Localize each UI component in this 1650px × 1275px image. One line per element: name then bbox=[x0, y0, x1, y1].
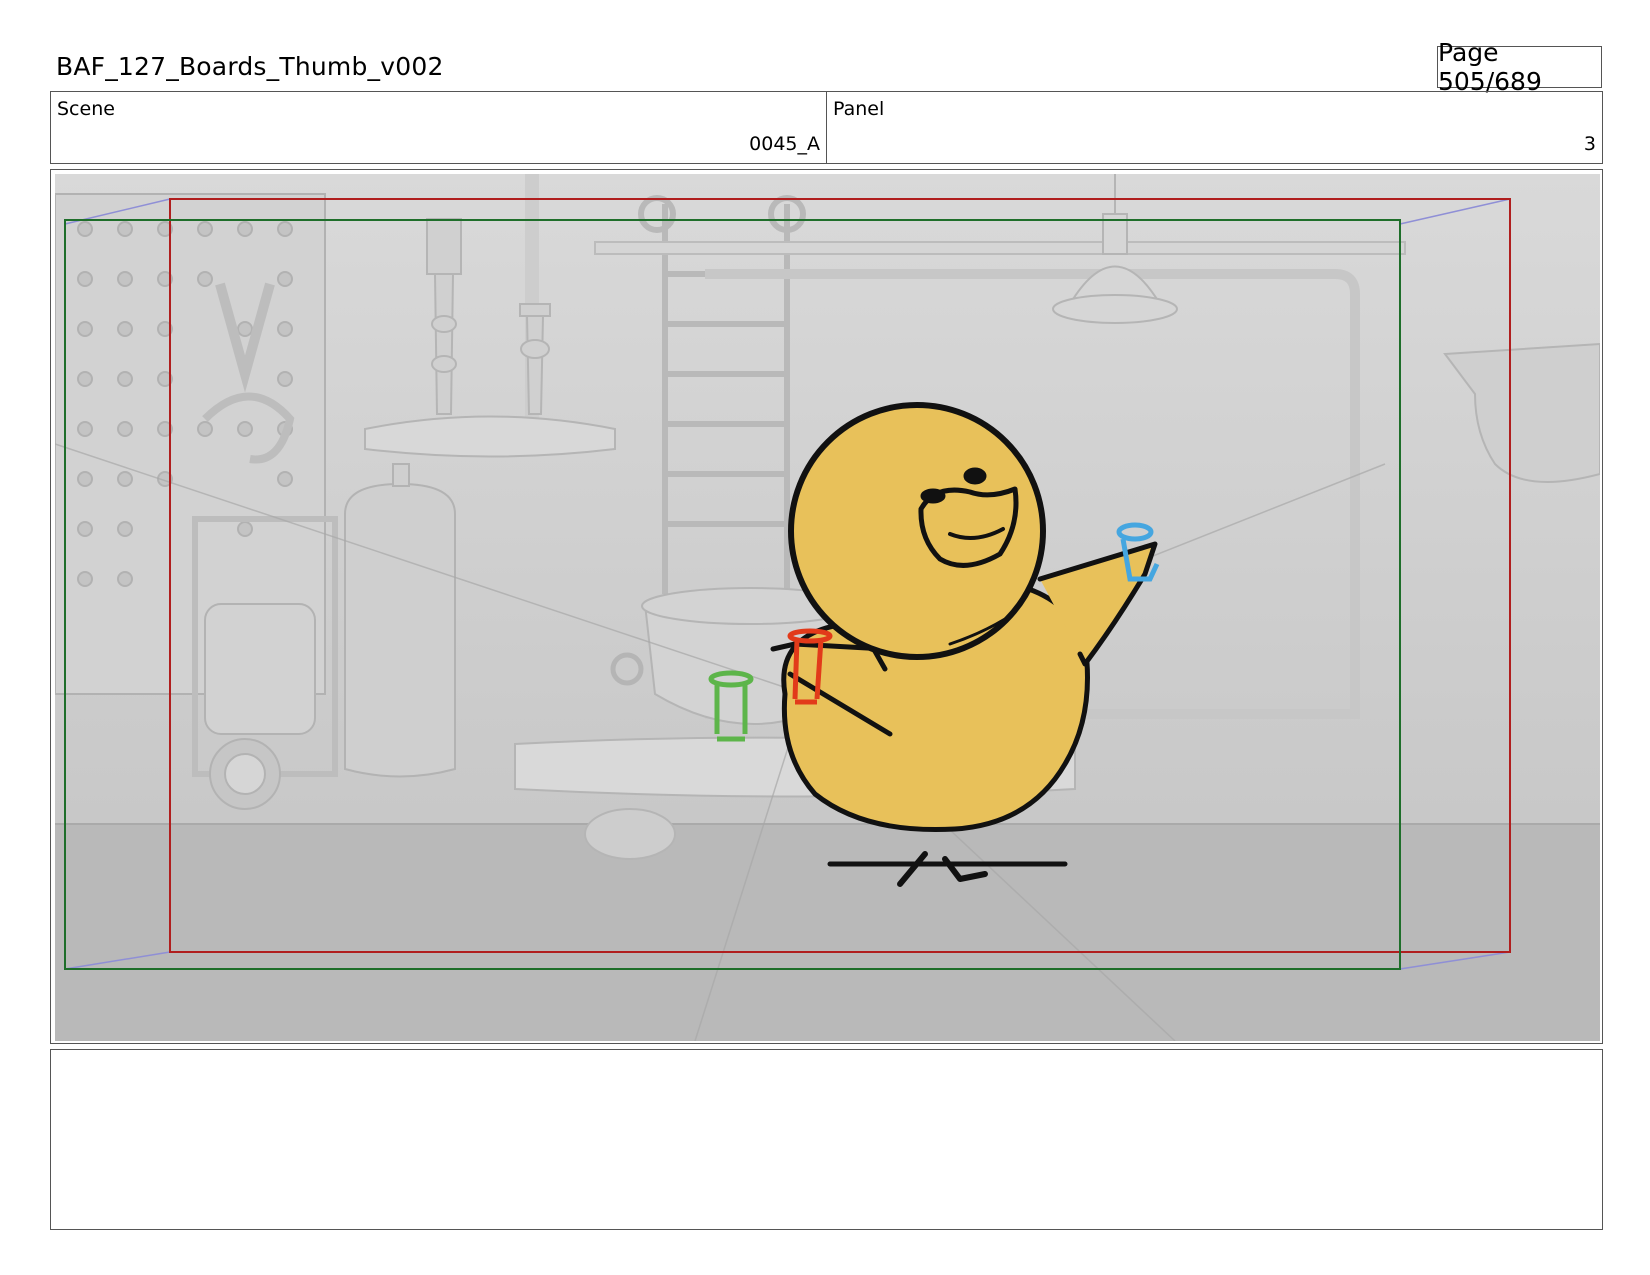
scene-cell: Scene 0045_A bbox=[51, 92, 826, 163]
page-number: Page 505/689 bbox=[1437, 38, 1602, 96]
scene-value: 0045_A bbox=[749, 133, 820, 155]
background-floor bbox=[55, 824, 1600, 1041]
storyboard-panel bbox=[50, 169, 1603, 1044]
panel-cell: Panel 3 bbox=[826, 92, 1602, 163]
scene-label: Scene bbox=[57, 98, 115, 120]
panel-label: Panel bbox=[833, 98, 885, 120]
storyboard-drawing bbox=[55, 174, 1600, 1041]
shelf-rail bbox=[594, 241, 1406, 255]
panel-notes bbox=[50, 1049, 1603, 1230]
scene-panel-info: Scene 0045_A Panel 3 bbox=[50, 91, 1603, 164]
document-title: BAF_127_Boards_Thumb_v002 bbox=[56, 52, 444, 81]
panel-value: 3 bbox=[1583, 133, 1596, 155]
